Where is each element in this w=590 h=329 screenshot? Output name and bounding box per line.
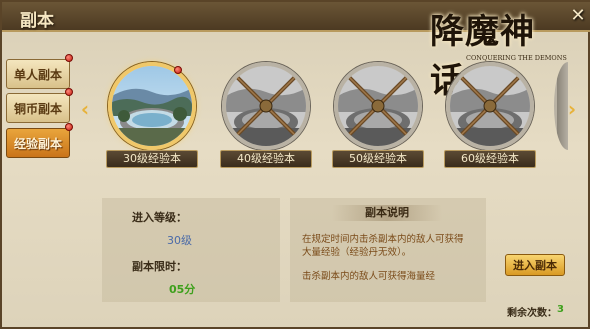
- close-button[interactable]: ✕: [568, 6, 588, 26]
- notification-dot: [65, 88, 73, 96]
- tab-single-dungeon[interactable]: 单人副本: [6, 59, 70, 89]
- dungeon-image: [222, 62, 310, 150]
- remaining-attempts-label: 剩余次数：: [507, 308, 557, 319]
- dungeon-card-label: 30级经验本: [106, 150, 198, 168]
- description-line: 在规定时间内击杀副本内的敌人可获得: [302, 234, 464, 245]
- close-icon: ✕: [570, 5, 586, 26]
- description-line: 大量经验（经验丹无效）。: [302, 247, 412, 258]
- arena-scene-icon: [112, 66, 192, 146]
- locked-arena-icon: [338, 66, 418, 146]
- locked-arena-icon: [226, 66, 306, 146]
- dungeon-card-label: 50级经验本: [332, 150, 424, 168]
- dungeon-image: [334, 62, 422, 150]
- dungeon-card-40[interactable]: 40级经验本: [220, 62, 312, 170]
- dungeon-window: 副本 降魔神话 CONQUERING THE DEMONS ✕ 单人副本 铜币副…: [0, 0, 590, 329]
- logo-subtitle: CONQUERING THE DEMONS: [466, 54, 567, 62]
- notification-dot: [174, 66, 182, 74]
- dungeon-card-label: 40级经验本: [220, 150, 312, 168]
- enter-dungeon-label: 进入副本: [513, 259, 557, 272]
- dungeon-image: [446, 62, 534, 150]
- description-title: 副本说明: [365, 206, 409, 219]
- chevron-left-icon: ‹: [80, 97, 90, 121]
- tab-label: 经验副本: [13, 136, 62, 151]
- tab-coin-dungeon[interactable]: 铜币副本: [6, 93, 70, 123]
- window-title: 副本: [20, 11, 54, 31]
- time-limit-label: 副本限时：: [132, 260, 187, 273]
- tab-label: 单人副本: [13, 67, 62, 82]
- dungeon-card-60[interactable]: 60级经验本: [444, 62, 536, 170]
- remaining-attempts-value: 3: [557, 304, 564, 315]
- game-logo: 降魔神话 CONQUERING THE DEMONS: [422, 4, 567, 101]
- locked-arena-icon: [450, 66, 530, 146]
- notification-dot: [65, 123, 73, 131]
- chevron-right-icon: ›: [567, 97, 577, 121]
- time-limit-value: 05分: [169, 283, 196, 296]
- level-value: 30级: [167, 234, 192, 247]
- dungeon-image: [108, 62, 196, 150]
- description-line: 击杀副本内的敌人可获得海量经: [302, 271, 436, 282]
- tab-exp-dungeon[interactable]: 经验副本: [6, 128, 70, 158]
- dungeon-card-30[interactable]: 30级经验本: [106, 62, 198, 170]
- notification-dot: [65, 54, 73, 62]
- level-label: 进入等级：: [132, 211, 187, 224]
- dungeon-card-50[interactable]: 50级经验本: [332, 62, 424, 170]
- carousel-prev-button[interactable]: ‹: [78, 98, 92, 120]
- enter-dungeon-button[interactable]: 进入副本: [505, 254, 565, 276]
- dungeon-card-label: 60级经验本: [444, 150, 536, 168]
- tab-label: 铜币副本: [13, 101, 62, 116]
